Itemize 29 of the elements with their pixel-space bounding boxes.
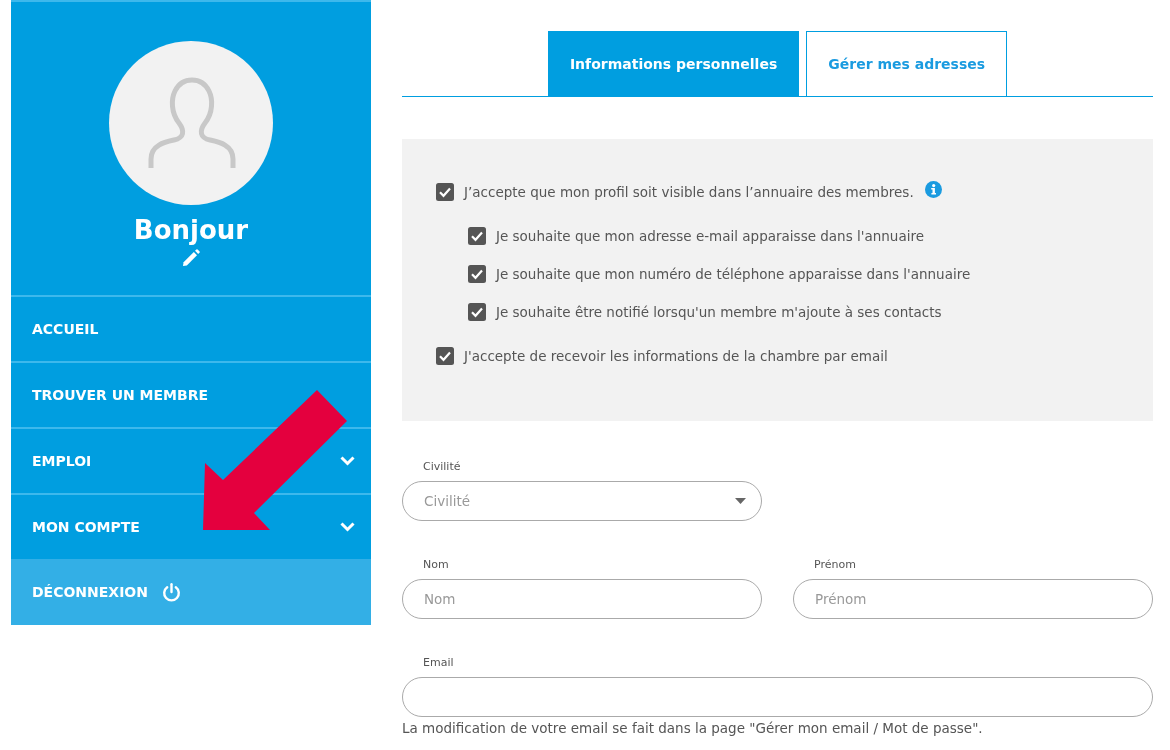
info-icon[interactable] [924, 180, 942, 198]
logout-button[interactable]: DÉCONNEXION [11, 559, 371, 625]
checkbox[interactable] [436, 347, 454, 365]
help-text: La modification de votre email se fait dans la page "Gérer mon email / Mot de passe". [402, 720, 984, 736]
menu-item[interactable]: ACCUEIL [11, 295, 371, 361]
checkbox-label: J'accepte de recevoir les informations de la chambre par email [464, 348, 888, 364]
checkbox-label: Je souhaite que mon adresse e-mail apparaisse dans l'annuaire [496, 228, 924, 244]
field-label: Nom [422, 557, 450, 573]
checkbox[interactable] [468, 265, 486, 283]
field-label: Prénom [813, 557, 857, 573]
email-input[interactable] [402, 677, 1153, 717]
pencil-icon[interactable] [182, 249, 200, 267]
greeting-text: Bonjour [133, 214, 249, 246]
checkbox[interactable] [436, 183, 454, 201]
tab[interactable]: Informations personnelles [547, 31, 800, 96]
field-label: Civilité [422, 459, 462, 475]
text-input[interactable]: Prénom [793, 579, 1153, 619]
checkbox-label: J’accepte que mon profil soit visible dans l’annuaire des membres. [464, 184, 914, 200]
checkbox-label: Je souhaite que mon numéro de téléphone apparaisse dans l'annuaire [496, 266, 971, 282]
checkbox[interactable] [468, 227, 486, 245]
dropdown[interactable]: Civilité [402, 481, 762, 521]
checkbox[interactable] [468, 303, 486, 321]
checkbox-label: Je souhaite être notifié lorsqu'un membre m'ajoute à ses contacts [496, 304, 942, 320]
text-input[interactable]: Nom [402, 579, 762, 619]
caret-icon[interactable] [735, 498, 746, 504]
field-label: Email [422, 655, 455, 671]
chevron-down-icon[interactable] [340, 456, 355, 466]
tab[interactable]: Gérer mes adresses [806, 31, 1008, 96]
chevron-down-icon[interactable] [340, 522, 355, 532]
